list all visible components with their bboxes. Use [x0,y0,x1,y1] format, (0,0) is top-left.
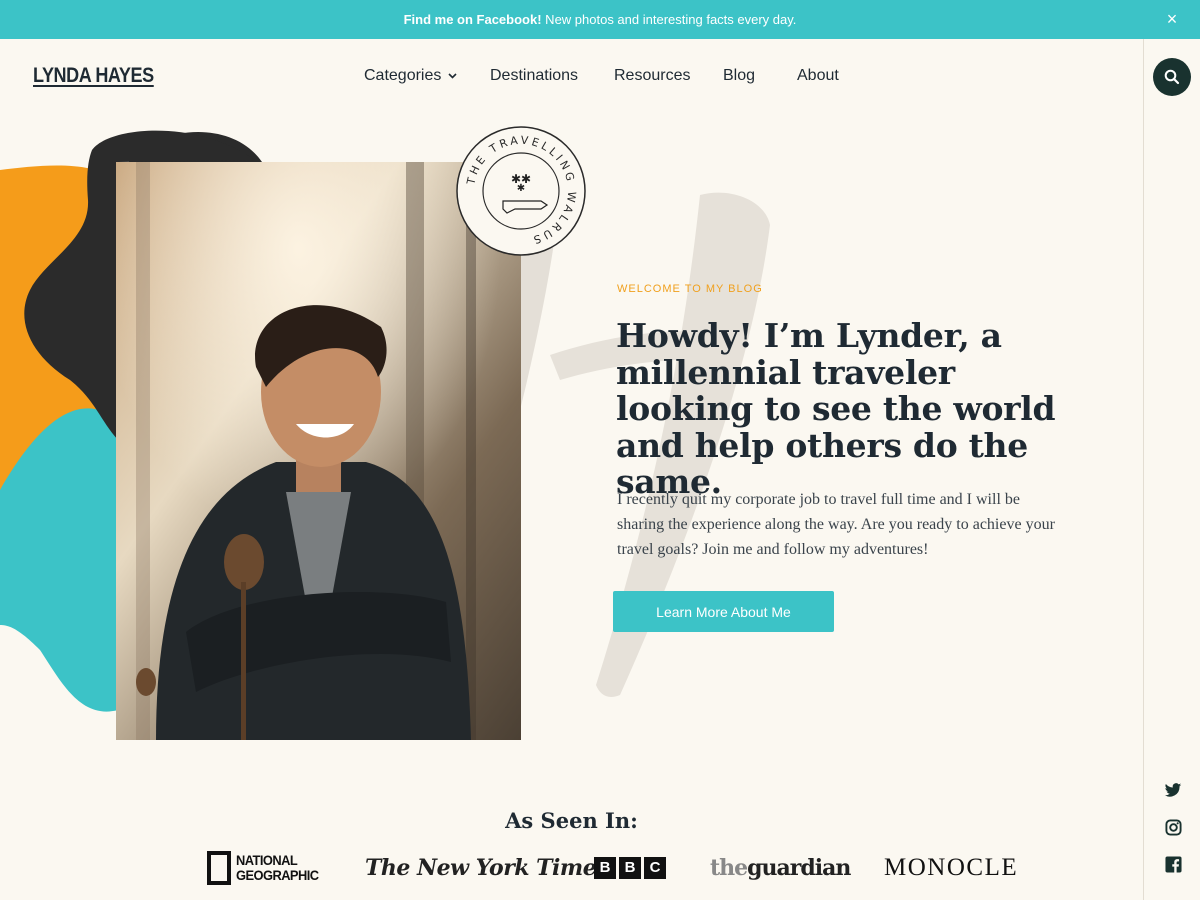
nyt-logo: The New York Times [365,855,609,881]
natgeo-line2: GEOGRAPHIC [236,867,319,883]
announcement-message: New photos and interesting facts every d… [541,12,797,27]
close-icon[interactable]: × [1162,9,1182,29]
guardian-the: the [710,855,748,881]
chevron-down-icon [448,73,457,79]
nav-item-destinations[interactable]: Destinations [490,67,578,85]
hero-intro: I recently quit my corporate job to trav… [617,491,1055,558]
bbc-logo: B B C [594,848,666,888]
national-geographic-logo: NATIONAL GEOGRAPHIC [207,848,326,888]
nav-item-about[interactable]: About [797,67,839,85]
travelling-walrus-badge: THE TRAVELLING WALRUS ✱✱ ✱ [455,125,587,257]
nav-item-label: Categories [364,67,442,84]
nav-item-categories[interactable]: Categories [364,67,457,85]
search-button[interactable] [1153,58,1191,96]
guardian-logo: the guardian [710,848,851,888]
twitter-link[interactable] [1163,780,1183,800]
announcement-text: Find me on Facebook! New photos and inte… [404,12,797,27]
instagram-link[interactable] [1163,817,1183,837]
hero-eyebrow: WELCOME TO MY BLOG [617,283,763,295]
as-seen-in-title: As Seen In: [505,808,638,833]
facebook-link-rail[interactable] [1163,854,1183,874]
search-icon [1164,69,1180,85]
site-logo[interactable]: LYNDA HAYES [33,64,154,88]
natgeo-line1: NATIONAL [236,852,298,868]
instagram-icon [1164,818,1182,836]
bbc-letter: C [644,857,666,879]
monocle-logo: MONOCLE [884,854,1019,881]
guardian-word: guardian [747,855,851,881]
bbc-letter: B [594,857,616,879]
learn-more-button[interactable]: Learn More About Me [613,591,834,632]
facebook-link[interactable]: Find me on Facebook! [404,12,542,27]
facebook-icon [1164,855,1182,873]
nav-item-blog[interactable]: Blog [723,67,755,85]
hero-headline: Howdy! I’m Lynder, a millennial traveler… [616,316,1056,501]
announcement-bar: Find me on Facebook! New photos and inte… [0,0,1200,39]
right-rail [1143,39,1200,900]
nav-item-resources[interactable]: Resources [614,67,690,85]
bbc-letter: B [619,857,641,879]
natgeo-frame-icon [207,851,231,885]
svg-text:✱: ✱ [517,183,525,194]
twitter-icon [1164,782,1182,797]
